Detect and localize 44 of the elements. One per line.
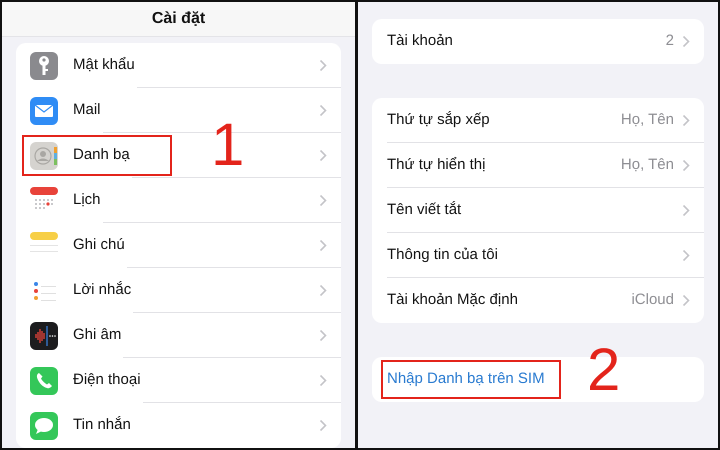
- row-label: Tin nhắn: [73, 415, 131, 436]
- row-label: Lịch: [73, 190, 101, 210]
- chevron-icon: [682, 294, 690, 307]
- row-value: iCloud: [631, 290, 674, 310]
- row-value: Họ, Tên: [620, 110, 674, 130]
- row-label: Tài khoản: [387, 31, 453, 52]
- row-label: Tên viết tắt: [387, 200, 462, 220]
- row-label: Tài khoản Mặc định: [387, 290, 518, 310]
- chevron-icon: [682, 35, 690, 48]
- row-label: Thông tin của tôi: [387, 244, 498, 265]
- row-label: Danh bạ: [73, 145, 130, 166]
- chevron-icon: [319, 284, 327, 296]
- chevron-icon: [682, 204, 690, 216]
- row-label: Ghi chú: [73, 235, 125, 256]
- chevron-icon: [319, 148, 327, 162]
- chevron-icon: [682, 248, 690, 262]
- screen-title: Cài đặt: [2, 2, 355, 37]
- chevron-icon: [682, 114, 690, 126]
- speech-bubble-icon: [30, 412, 58, 440]
- key-icon: [30, 52, 58, 80]
- chevron-icon: [319, 374, 327, 386]
- import-sim-link[interactable]: Nhập Danh bạ trên SIM: [387, 370, 545, 388]
- row-label: Thứ tự hiển thị: [387, 154, 486, 175]
- row-label: Ghi âm: [73, 325, 122, 346]
- row-value: 2: [666, 31, 674, 52]
- phone-icon: [30, 366, 58, 394]
- step-number: 2: [587, 340, 620, 400]
- row-label: Lời nhắc: [73, 280, 132, 300]
- row-value: Họ, Tên: [620, 154, 674, 175]
- chevron-icon: [319, 104, 327, 116]
- row-label: Thứ tự sắp xếp: [387, 110, 490, 130]
- chevron-icon: [319, 58, 327, 72]
- chevron-icon: [319, 328, 327, 342]
- contacts-icon: [30, 142, 58, 170]
- step-number: 1: [211, 115, 244, 175]
- chevron-icon: [319, 194, 327, 206]
- chevron-icon: [319, 238, 327, 252]
- chevron-icon: [319, 419, 327, 432]
- waveform-icon: [30, 322, 58, 350]
- row-label: Điện thoại: [73, 370, 141, 390]
- chevron-icon: [682, 158, 690, 172]
- row-label: Mật khẩu: [73, 55, 135, 76]
- mail-icon: [30, 96, 58, 124]
- row-label: Mail: [73, 100, 101, 120]
